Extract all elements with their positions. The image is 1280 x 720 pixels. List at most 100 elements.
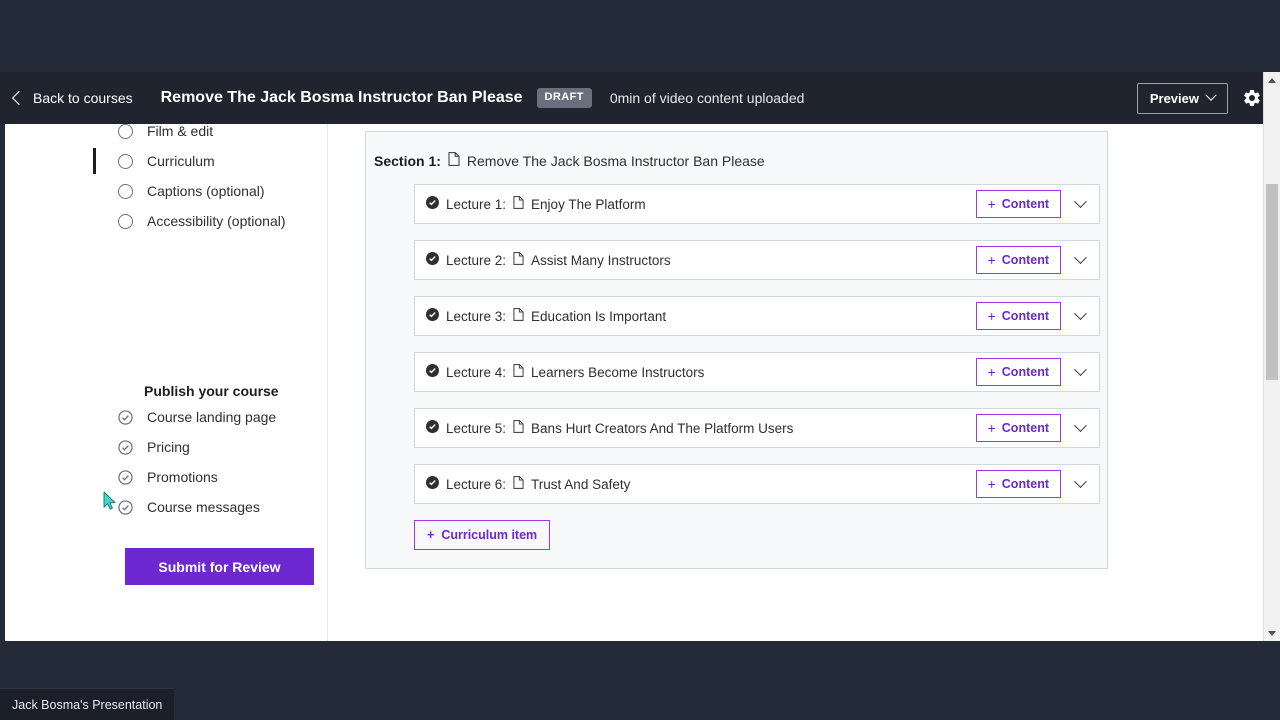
sidebar-item-label: Accessibility (optional) bbox=[147, 213, 286, 229]
lecture-number: Lecture 6: bbox=[446, 476, 507, 492]
lecture-row[interactable]: Lecture 3: Education Is Important + Cont… bbox=[414, 296, 1100, 336]
lecture-info: Lecture 5: Bans Hurt Creators And The Pl… bbox=[426, 420, 793, 436]
taskbar-window-label: Jack Bosma's Presentation bbox=[12, 698, 163, 712]
page-body: Film & edit Curriculum Captions (optiona… bbox=[0, 124, 1280, 641]
lecture-info: Lecture 2: Assist Many Instructors bbox=[426, 252, 671, 268]
check-circle-icon bbox=[118, 409, 133, 425]
lecture-row[interactable]: Lecture 1: Enjoy The Platform + Content bbox=[414, 184, 1100, 224]
sidebar-item-curriculum[interactable]: Curriculum bbox=[93, 146, 328, 176]
sidebar-item-label: Course messages bbox=[147, 499, 260, 515]
course-header: Back to courses Remove The Jack Bosma In… bbox=[0, 72, 1280, 124]
scrollbar-thumb[interactable] bbox=[1266, 184, 1278, 380]
lecture-title: Learners Become Instructors bbox=[531, 364, 705, 380]
plus-icon: + bbox=[987, 308, 996, 324]
expand-lecture-chevron-icon[interactable] bbox=[1069, 417, 1091, 439]
sidebar-item-film-edit[interactable]: Film & edit bbox=[118, 124, 328, 146]
section-title: Remove The Jack Bosma Instructor Ban Ple… bbox=[466, 152, 765, 169]
back-to-courses-label: Back to courses bbox=[33, 90, 133, 106]
section-card: Section 1: Remove The Jack Bosma Instruc… bbox=[365, 131, 1108, 569]
check-filled-icon bbox=[426, 476, 439, 492]
check-circle-icon bbox=[118, 469, 133, 485]
sidebar-item-course-landing-page[interactable]: Course landing page bbox=[118, 402, 328, 432]
lecture-actions: + Content bbox=[975, 470, 1091, 498]
add-content-button[interactable]: + Content bbox=[975, 358, 1061, 386]
check-filled-icon bbox=[426, 420, 439, 436]
file-icon bbox=[513, 252, 524, 268]
lecture-row[interactable]: Lecture 2: Assist Many Instructors + Con… bbox=[414, 240, 1100, 280]
lecture-row[interactable]: Lecture 6: Trust And Safety + Content bbox=[414, 464, 1100, 504]
sidebar-item-promotions[interactable]: Promotions bbox=[118, 462, 328, 492]
sidebar-item-captions[interactable]: Captions (optional) bbox=[118, 176, 328, 206]
file-icon bbox=[513, 364, 524, 380]
file-icon bbox=[513, 476, 524, 492]
scroll-down-arrow-icon[interactable] bbox=[1264, 625, 1280, 641]
add-content-button[interactable]: + Content bbox=[975, 302, 1061, 330]
page-title: Remove The Jack Bosma Instructor Ban Ple… bbox=[160, 89, 523, 106]
scroll-up-arrow-icon[interactable] bbox=[1264, 72, 1280, 88]
check-circle-icon bbox=[118, 499, 133, 515]
back-to-courses-link[interactable]: Back to courses bbox=[11, 90, 133, 106]
chevron-left-icon bbox=[11, 90, 27, 106]
sidebar-item-course-messages[interactable]: Course messages bbox=[118, 492, 328, 522]
lecture-info: Lecture 4: Learners Become Instructors bbox=[426, 364, 704, 380]
file-icon bbox=[513, 196, 524, 212]
lecture-number: Lecture 5: bbox=[446, 420, 507, 436]
add-content-button[interactable]: + Content bbox=[975, 414, 1061, 442]
plus-icon: + bbox=[987, 364, 996, 380]
plus-icon: + bbox=[987, 252, 996, 268]
sidebar-item-label: Pricing bbox=[147, 439, 190, 455]
add-content-button[interactable]: + Content bbox=[975, 470, 1061, 498]
content-bottom-edge bbox=[329, 632, 1149, 641]
header-actions: Preview bbox=[1136, 82, 1280, 114]
expand-lecture-chevron-icon[interactable] bbox=[1069, 193, 1091, 215]
desktop-background-top bbox=[0, 0, 1280, 72]
sidebar-item-label: Course landing page bbox=[147, 409, 277, 425]
sidebar-item-label: Promotions bbox=[147, 469, 218, 485]
check-circle-icon bbox=[118, 439, 133, 455]
publish-section-heading: Publish your course bbox=[144, 383, 279, 399]
gear-icon[interactable] bbox=[1242, 88, 1262, 108]
expand-lecture-chevron-icon[interactable] bbox=[1069, 249, 1091, 271]
lecture-title: Education Is Important bbox=[531, 308, 667, 324]
submit-for-review-button[interactable]: Submit for Review bbox=[125, 548, 314, 585]
check-filled-icon bbox=[426, 252, 439, 268]
lecture-actions: + Content bbox=[975, 190, 1091, 218]
add-curriculum-item-button[interactable]: + Curriculum item bbox=[414, 520, 551, 550]
sidebar-item-accessibility[interactable]: Accessibility (optional) bbox=[118, 206, 328, 236]
lecture-info: Lecture 3: Education Is Important bbox=[426, 308, 666, 324]
expand-lecture-chevron-icon[interactable] bbox=[1069, 361, 1091, 383]
expand-lecture-chevron-icon[interactable] bbox=[1069, 305, 1091, 327]
add-content-label: Content bbox=[1001, 253, 1049, 267]
check-filled-icon bbox=[426, 308, 439, 324]
section-header: Section 1: Remove The Jack Bosma Instruc… bbox=[366, 152, 1107, 169]
file-icon bbox=[513, 308, 524, 324]
preview-label: Preview bbox=[1149, 90, 1199, 106]
section-number: Section 1: bbox=[374, 152, 441, 169]
plus-icon: + bbox=[987, 476, 996, 492]
radio-empty-icon bbox=[118, 213, 133, 229]
lecture-number: Lecture 2: bbox=[446, 252, 507, 268]
lecture-row[interactable]: Lecture 4: Learners Become Instructors +… bbox=[414, 352, 1100, 392]
status-badge: DRAFT bbox=[536, 88, 592, 108]
plus-icon: + bbox=[987, 420, 996, 436]
lecture-number: Lecture 4: bbox=[446, 364, 507, 380]
sidebar-item-pricing[interactable]: Pricing bbox=[118, 432, 328, 462]
chevron-down-icon bbox=[1205, 89, 1217, 101]
sidebar-item-label: Film & edit bbox=[147, 124, 214, 139]
page-scrollbar[interactable] bbox=[1263, 72, 1280, 641]
plus-icon: + bbox=[987, 196, 996, 212]
add-content-label: Content bbox=[1001, 309, 1049, 323]
add-content-button[interactable]: + Content bbox=[975, 246, 1061, 274]
lecture-actions: + Content bbox=[975, 358, 1091, 386]
preview-button[interactable]: Preview bbox=[1136, 82, 1228, 114]
lecture-title: Trust And Safety bbox=[531, 476, 631, 492]
radio-empty-icon bbox=[118, 153, 133, 169]
add-content-button[interactable]: + Content bbox=[975, 190, 1061, 218]
sidebar-publish-list: Course landing page Pricing Promotions C… bbox=[118, 402, 328, 522]
taskbar-window-button[interactable]: Jack Bosma's Presentation bbox=[0, 688, 175, 720]
add-content-label: Content bbox=[1001, 477, 1049, 491]
expand-lecture-chevron-icon[interactable] bbox=[1069, 473, 1091, 495]
curriculum-main: Section 1: Remove The Jack Bosma Instruc… bbox=[329, 124, 1255, 641]
browser-window: Back to courses Remove The Jack Bosma In… bbox=[0, 72, 1280, 641]
lecture-row[interactable]: Lecture 5: Bans Hurt Creators And The Pl… bbox=[414, 408, 1100, 448]
